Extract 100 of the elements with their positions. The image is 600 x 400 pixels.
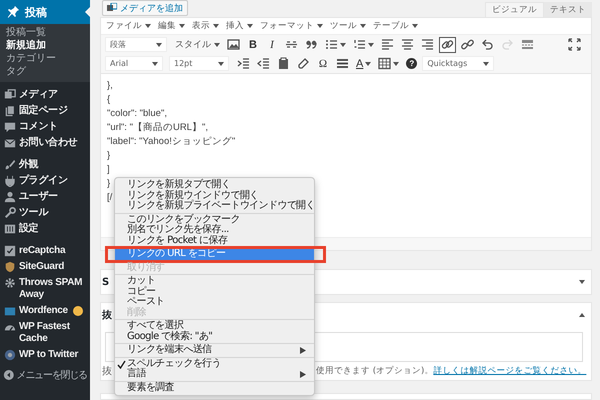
context-menu-item[interactable]: リンクを新規プライベートウインドウで開く xyxy=(115,201,314,212)
context-menu-item[interactable]: スペルチェックを行う xyxy=(115,358,314,369)
styles-menu[interactable]: スタイル xyxy=(173,38,222,51)
context-menu-item[interactable]: 言語 xyxy=(115,369,314,380)
menubar-item[interactable]: ツール xyxy=(330,20,366,32)
menu-item[interactable]: メディア xyxy=(19,89,58,101)
submenu-item[interactable]: 投稿一覧 xyxy=(0,26,46,39)
toolbar-button[interactable] xyxy=(419,36,436,52)
editor-tab[interactable]: テキスト xyxy=(544,2,592,17)
collapse-menu-link[interactable]: メニューを閉じる xyxy=(16,368,87,382)
menubar-item[interactable]: テーブル xyxy=(373,20,418,32)
caret-icon xyxy=(218,62,224,66)
context-menu-item[interactable]: 別名でリンク先を保存... xyxy=(115,225,314,236)
caret-icon xyxy=(368,42,374,46)
add-media-button[interactable]: メディアを追加 xyxy=(102,0,188,16)
link-icon xyxy=(441,38,454,51)
context-menu-item[interactable]: すべてを選択 xyxy=(115,321,314,332)
context-menu-item[interactable]: Google で検索: "あ" xyxy=(115,332,314,342)
code-line: { xyxy=(107,93,110,107)
context-menu-item[interactable]: カット xyxy=(115,276,314,286)
menu-item[interactable]: 外観 xyxy=(19,159,38,171)
context-menu-item[interactable]: ペースト xyxy=(115,297,314,308)
italic-button[interactable]: I xyxy=(264,36,280,52)
menubar-item[interactable]: 表示 xyxy=(192,20,219,32)
menu-item[interactable]: ユーザー xyxy=(19,191,58,203)
submenu-item[interactable]: タグ xyxy=(0,65,26,78)
horizontal-line-icon xyxy=(336,57,349,70)
code-line: [/ xyxy=(107,191,112,205)
caret-icon xyxy=(179,24,185,28)
menu-item[interactable]: お問い合わせ xyxy=(19,137,78,149)
menu-item[interactable]: Throws SPAM Away xyxy=(19,277,90,301)
caret-icon xyxy=(317,24,323,28)
collapse-icon xyxy=(3,368,15,382)
menubar-item[interactable]: ファイル xyxy=(106,20,151,32)
submenu-item[interactable]: 新規追加 xyxy=(0,39,46,52)
box-heading: S xyxy=(102,276,110,288)
menubar-item[interactable]: 編集 xyxy=(158,20,185,32)
toolbar-button[interactable] xyxy=(566,36,583,52)
help-button[interactable]: ? xyxy=(406,58,418,69)
editor-tab[interactable]: ビジュアル xyxy=(485,2,544,17)
redo-icon xyxy=(501,38,514,51)
speech-bubble-icon xyxy=(4,121,16,133)
fullscreen-icon xyxy=(568,38,581,51)
toolbar-button[interactable] xyxy=(235,56,252,72)
pages-icon xyxy=(4,105,16,117)
context-menu-item[interactable]: リンクを端末へ送信 xyxy=(115,345,314,356)
code-line: }, xyxy=(107,79,113,93)
toolbar-button[interactable] xyxy=(225,36,242,52)
menu-item[interactable]: SiteGuard xyxy=(19,261,64,273)
table-icon xyxy=(378,57,392,70)
menu-item[interactable]: 固定ページ xyxy=(19,105,68,117)
toolbar-button[interactable] xyxy=(376,56,402,72)
toolbar-button[interactable] xyxy=(399,36,416,52)
menu-item[interactable]: WP Fastest Cache xyxy=(19,321,90,345)
context-menu-item[interactable]: 要素を調査 xyxy=(115,382,314,393)
menu-item[interactable]: プラグイン xyxy=(19,175,68,187)
toolbar-button[interactable] xyxy=(379,36,396,52)
user-icon xyxy=(4,191,16,203)
menubar-item[interactable]: フォーマット xyxy=(260,20,323,32)
caret-icon xyxy=(247,24,253,28)
caret-icon xyxy=(412,24,418,28)
menubar-item[interactable]: 挿入 xyxy=(226,20,253,32)
caret-icon xyxy=(483,62,490,66)
menu-item[interactable]: WP to Twitter xyxy=(19,349,78,361)
menu-item[interactable]: Wordfence xyxy=(19,305,68,317)
caret-icon xyxy=(213,24,219,28)
menu-item[interactable]: 投稿 xyxy=(0,0,90,24)
dropdown-select[interactable]: 段落 xyxy=(105,37,167,52)
format-button[interactable]: Ω xyxy=(315,56,331,72)
text-color-button[interactable]: A xyxy=(354,56,374,72)
dropdown-select[interactable]: Arial xyxy=(105,56,163,71)
menu-label: 投稿 xyxy=(25,6,47,20)
code-line: "label": "Yahoo!ショッピング" xyxy=(107,135,236,149)
menu-item[interactable]: reCaptcha xyxy=(19,245,66,257)
code-line: } xyxy=(107,177,110,191)
code-line: } xyxy=(107,149,110,163)
toolbar-button[interactable] xyxy=(439,36,456,52)
menu-item[interactable]: 設定 xyxy=(19,223,38,235)
bullet-list-icon xyxy=(325,38,338,51)
brush-icon xyxy=(4,159,16,171)
circle-logo-icon xyxy=(4,349,16,361)
menu-item[interactable]: ツール xyxy=(19,207,48,219)
dropdown-select[interactable]: 12pt xyxy=(169,56,229,71)
format-button[interactable]: B xyxy=(245,36,261,52)
caret-icon xyxy=(393,62,400,66)
dropdown-select[interactable]: Quicktags xyxy=(422,56,494,71)
outdent-icon xyxy=(257,57,270,70)
quote-icon xyxy=(305,38,318,51)
caret-icon xyxy=(340,42,346,46)
menu-item[interactable]: コメント xyxy=(19,121,58,133)
caret-icon xyxy=(365,62,372,66)
toolbar-button[interactable] xyxy=(255,56,272,72)
context-menu-item[interactable]: リンクを新規タブで開く xyxy=(115,180,314,190)
context-menu-item[interactable]: このリンクをブックマーク xyxy=(115,214,314,225)
help-link[interactable]: 詳しくは解説ページをご覧ください。 xyxy=(433,365,586,377)
submenu-item[interactable]: カテゴリー xyxy=(0,52,56,65)
toolbar-button[interactable] xyxy=(459,36,476,52)
context-menu-item[interactable]: リンクを新規ウインドウで開く xyxy=(115,190,314,201)
context-menu-item[interactable]: コピー xyxy=(115,286,314,297)
clipboard-icon xyxy=(277,57,290,70)
